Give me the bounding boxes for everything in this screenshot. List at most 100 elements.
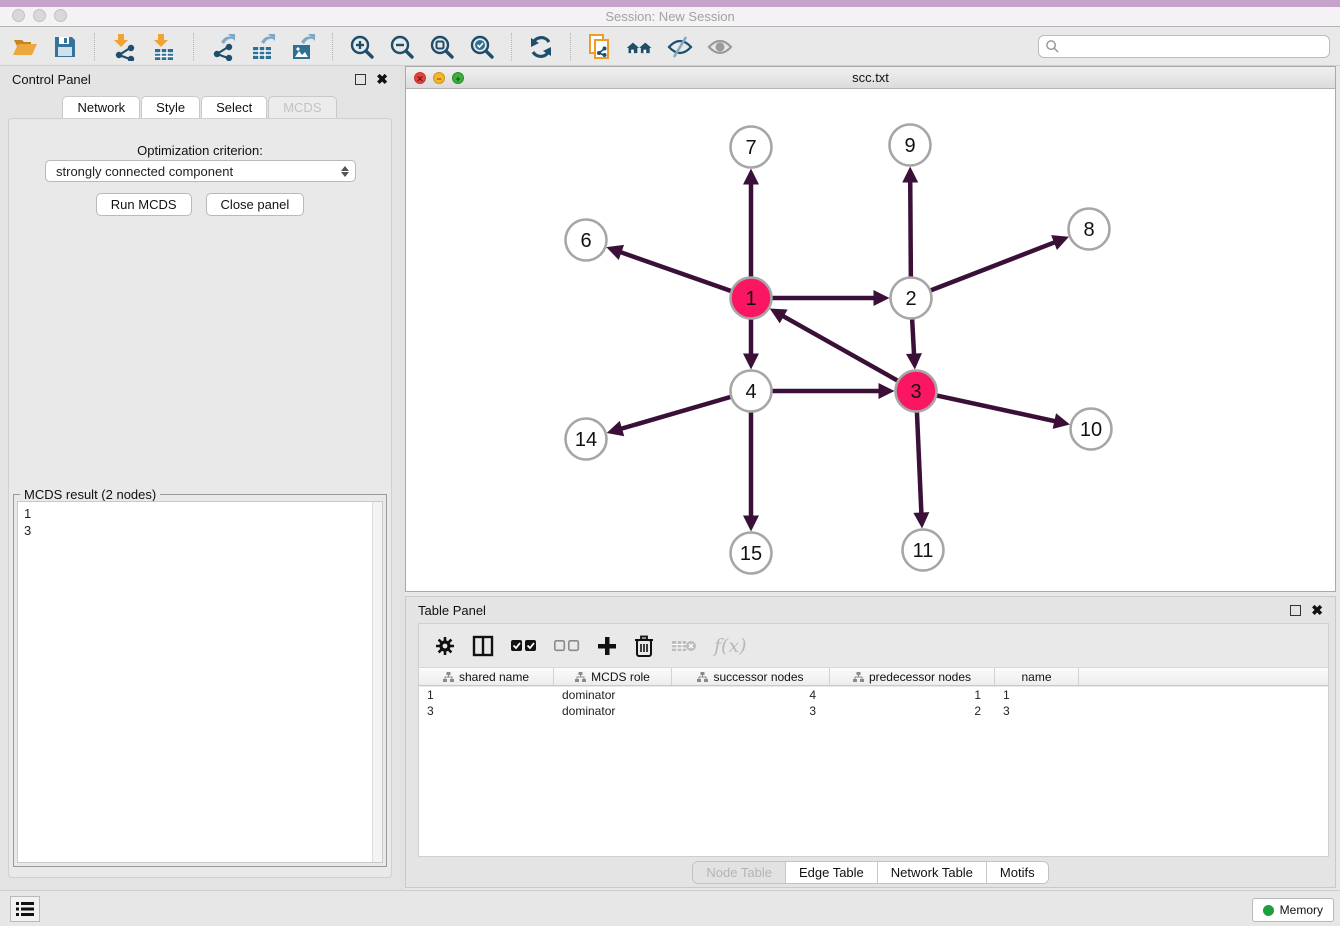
zoom-fit-icon[interactable] xyxy=(427,32,457,62)
toolbar-separator xyxy=(570,33,571,61)
import-network-icon[interactable] xyxy=(109,32,139,62)
graph-node-label-15: 15 xyxy=(740,543,762,565)
export-image-icon[interactable] xyxy=(288,32,318,62)
export-network-icon[interactable] xyxy=(208,32,238,62)
table-cell: 3 xyxy=(995,703,1079,719)
table-row[interactable]: 3dominator323 xyxy=(419,703,1328,719)
table-cell: 1 xyxy=(830,687,995,703)
float-table-panel-icon[interactable] xyxy=(1290,605,1301,616)
table-row[interactable]: 1dominator411 xyxy=(419,687,1328,703)
clone-network-icon[interactable] xyxy=(585,32,615,62)
column-header-shared-name[interactable]: shared name xyxy=(419,668,554,685)
graph-node-label-9: 9 xyxy=(904,135,915,157)
tab-edge-table[interactable]: Edge Table xyxy=(786,862,878,883)
graph-edge-2-9[interactable] xyxy=(910,182,911,276)
column-header-MCDS-role[interactable]: MCDS role xyxy=(554,668,672,685)
tab-motifs[interactable]: Motifs xyxy=(987,862,1048,883)
run-mcds-button[interactable]: Run MCDS xyxy=(96,193,192,216)
show-view-icon[interactable] xyxy=(705,32,735,62)
dropdown-stepper-icon xyxy=(341,166,349,177)
table-panel-content: f(x) shared nameMCDS rolesuccessor nodes… xyxy=(418,623,1329,857)
function-builder-icon: f(x) xyxy=(714,635,747,657)
graph-node-label-11: 11 xyxy=(913,540,934,562)
graph-edge-4-14[interactable] xyxy=(622,397,730,429)
memory-button[interactable]: Memory xyxy=(1252,898,1334,922)
column-layout-icon[interactable] xyxy=(472,635,494,657)
table-cell: 4 xyxy=(672,687,830,703)
graph-node-label-7: 7 xyxy=(745,137,756,159)
edge-arrowhead xyxy=(743,169,759,185)
column-header-successor-nodes[interactable]: successor nodes xyxy=(672,668,830,685)
add-column-icon[interactable] xyxy=(597,636,617,656)
result-scrollbar[interactable] xyxy=(372,502,382,862)
search-box[interactable] xyxy=(1038,35,1330,58)
show-all-views-icon[interactable] xyxy=(625,32,655,62)
table-header: shared nameMCDS rolesuccessor nodesprede… xyxy=(419,668,1328,686)
tab-network-table[interactable]: Network Table xyxy=(878,862,987,883)
apply-layout-icon[interactable] xyxy=(526,32,556,62)
export-table-icon[interactable] xyxy=(248,32,278,62)
edge-arrowhead xyxy=(913,512,929,528)
graph-edge-3-1[interactable] xyxy=(784,316,898,380)
network-graph: 7968124314101511 xyxy=(406,89,1335,591)
open-file-icon[interactable] xyxy=(10,32,40,62)
tab-mcds[interactable]: MCDS xyxy=(268,96,336,118)
toolbar-separator xyxy=(511,33,512,61)
network-window-titlebar[interactable]: ✕ − + scc.txt xyxy=(406,67,1335,89)
zoom-selected-icon[interactable] xyxy=(467,32,497,62)
edge-arrowhead xyxy=(743,354,759,370)
table-cell: 1 xyxy=(419,687,554,703)
select-all-icon[interactable] xyxy=(511,639,537,653)
mcds-result-box[interactable]: 1 3 xyxy=(17,501,383,863)
hide-view-icon[interactable] xyxy=(665,32,695,62)
task-history-button[interactable] xyxy=(10,896,40,922)
import-table-icon[interactable] xyxy=(149,32,179,62)
graph-edge-2-8[interactable] xyxy=(931,243,1054,291)
zoom-out-icon[interactable] xyxy=(387,32,417,62)
status-bar: Memory xyxy=(0,890,1340,926)
main-toolbar xyxy=(0,28,1340,66)
title-bar: Session: New Session xyxy=(0,0,1340,27)
column-header-name[interactable]: name xyxy=(995,668,1079,685)
close-table-panel-icon[interactable]: ✖ xyxy=(1311,605,1323,616)
edge-arrowhead xyxy=(874,290,890,306)
window-title: Session: New Session xyxy=(0,9,1340,24)
close-panel-button[interactable]: Close panel xyxy=(206,193,305,216)
toolbar-separator xyxy=(94,33,95,61)
graph-edge-3-11[interactable] xyxy=(917,412,921,512)
float-panel-icon[interactable] xyxy=(355,74,366,85)
control-panel: Control Panel ✖ Network Style Select MCD… xyxy=(0,66,400,890)
optimization-criterion-label: Optimization criterion: xyxy=(9,143,391,158)
delete-column-icon[interactable] xyxy=(634,635,654,657)
column-header-predecessor-nodes[interactable]: predecessor nodes xyxy=(830,668,995,685)
close-panel-icon[interactable]: ✖ xyxy=(376,74,388,85)
deselect-all-icon[interactable] xyxy=(554,639,580,653)
gear-icon[interactable] xyxy=(435,636,455,656)
graph-edge-3-10[interactable] xyxy=(937,396,1054,421)
tab-select[interactable]: Select xyxy=(201,96,267,118)
graph-node-label-4: 4 xyxy=(745,381,756,403)
edge-arrowhead xyxy=(902,166,918,182)
table-panel-title: Table Panel xyxy=(418,603,486,618)
graph-edge-2-3[interactable] xyxy=(912,319,914,353)
save-session-icon[interactable] xyxy=(50,32,80,62)
attribute-tree-icon xyxy=(853,672,864,682)
delete-table-icon xyxy=(671,638,697,654)
network-view-window: ✕ − + scc.txt 7968124314101511 xyxy=(405,66,1336,592)
tab-node-table[interactable]: Node Table xyxy=(693,862,786,883)
tab-network[interactable]: Network xyxy=(62,96,140,118)
attribute-tree-icon xyxy=(697,672,708,682)
edge-arrowhead xyxy=(879,383,895,399)
network-canvas[interactable]: 7968124314101511 xyxy=(406,89,1335,591)
search-input[interactable] xyxy=(1064,40,1323,54)
graph-node-label-14: 14 xyxy=(575,429,597,451)
criterion-dropdown[interactable]: strongly connected component xyxy=(45,160,356,182)
graph-edge-1-6[interactable] xyxy=(621,252,730,290)
zoom-in-icon[interactable] xyxy=(347,32,377,62)
table-cell: 3 xyxy=(419,703,554,719)
task-list-icon xyxy=(16,902,34,916)
graph-node-label-3: 3 xyxy=(910,381,921,403)
graph-node-label-2: 2 xyxy=(905,288,916,310)
tab-style[interactable]: Style xyxy=(141,96,200,118)
graph-node-label-6: 6 xyxy=(580,230,591,252)
